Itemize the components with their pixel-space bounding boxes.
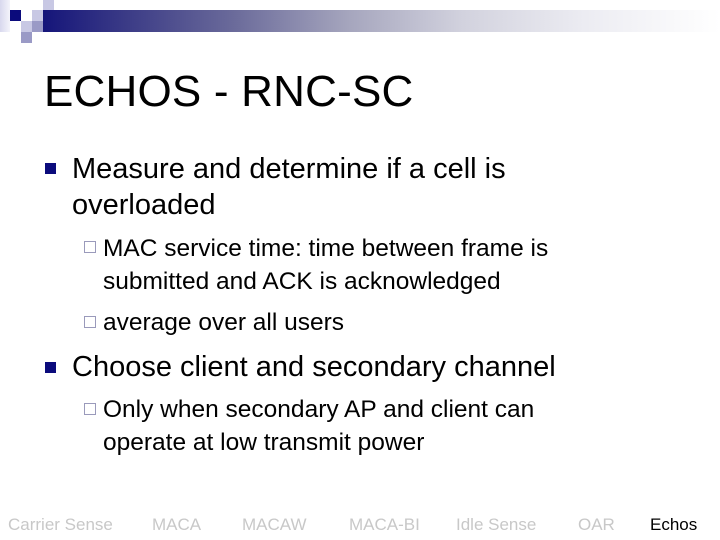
sub-bullet-text-line: submitted and ACK is acknowledged xyxy=(103,268,501,295)
sub-bullet-text-line: MAC service time: time between frame is xyxy=(103,235,549,262)
sub-bullet-text-line: operate at low transmit power xyxy=(103,429,425,456)
bullet-text-line: Choose client and secondary channel xyxy=(72,351,556,383)
nav-item-macaw[interactable]: MACAW xyxy=(242,512,307,538)
logo-square xyxy=(21,32,32,43)
nav-item-carrier-sense[interactable]: Carrier Sense xyxy=(8,512,113,538)
nav-item-oar[interactable]: OAR xyxy=(578,512,615,538)
logo-square xyxy=(10,10,21,21)
logo-square xyxy=(32,21,43,32)
logo-square xyxy=(21,21,32,32)
hollow-square-bullet-icon xyxy=(84,403,96,415)
hollow-square-bullet-icon xyxy=(84,316,96,328)
logo-square xyxy=(32,10,43,21)
sub-bullet-text-line: Only when secondary AP and client can xyxy=(103,396,535,423)
nav-item-maca[interactable]: MACA xyxy=(152,512,201,538)
footer-nav: Carrier Sense MACA MACAW MACA-BI Idle Se… xyxy=(0,512,720,538)
bullet-text-line: overloaded xyxy=(72,189,216,221)
nav-item-maca-bi[interactable]: MACA-BI xyxy=(349,512,420,538)
bullet-text-line: Measure and determine if a cell is xyxy=(72,153,506,185)
logo-square xyxy=(43,0,54,10)
nav-item-idle-sense[interactable]: Idle Sense xyxy=(456,512,536,538)
square-bullet-icon xyxy=(45,163,56,174)
nav-item-echos[interactable]: Echos xyxy=(650,512,697,538)
logo-square xyxy=(0,0,10,32)
sub-bullet-text-line: average over all users xyxy=(103,309,345,336)
square-bullet-icon xyxy=(45,362,56,373)
hollow-square-bullet-icon xyxy=(84,241,96,253)
slide-title: ECHOS - RNC-SC xyxy=(44,67,414,116)
header-gradient-bar xyxy=(43,10,720,32)
